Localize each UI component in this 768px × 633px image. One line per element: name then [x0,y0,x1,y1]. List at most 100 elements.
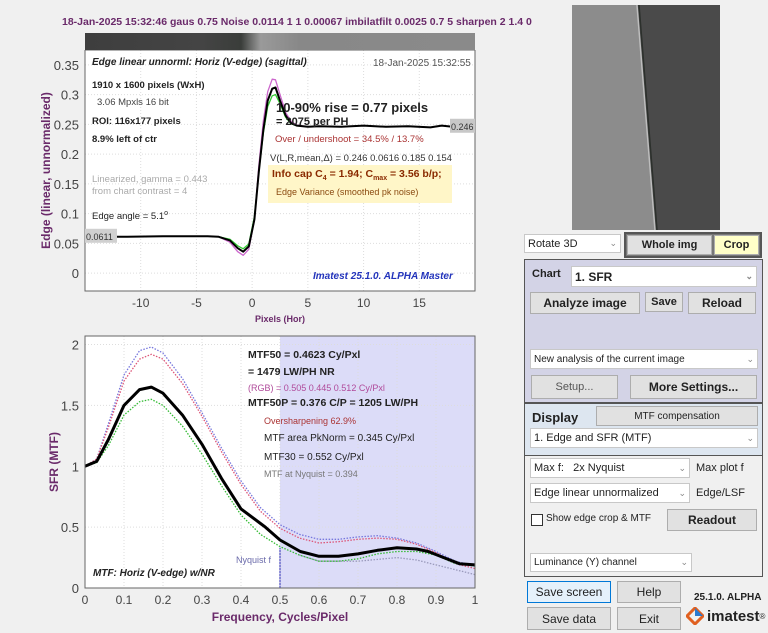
x-axis-label: Frequency, Cycles/Pixel [212,610,349,624]
channel-value: Luminance (Y) channel [534,557,637,568]
analyze-image-button[interactable]: Analyze image [530,292,640,314]
edge-plot-timestamp: 18-Jan-2025 15:32:55 [373,58,471,69]
channel-select[interactable]: Luminance (Y) channel ⌄ [530,553,692,572]
crop-button[interactable]: Crop [714,235,759,255]
position-info: 8.9% left of ctr [92,134,157,145]
x-tick-label: 0.9 [428,593,445,607]
max-freq-select[interactable]: Max f: 2x Nyquist ⌄ [530,458,690,478]
oversharpening-info: Oversharpening 62.9% [264,416,357,426]
max-plot-f-label: Max plot f [696,462,744,474]
x-axis-label: Pixels (Hor) [255,314,305,324]
y-tick-label: 0.3 [61,88,79,103]
y-tick-label: 0.15 [54,177,79,192]
chart-value: 1. SFR [575,269,613,284]
save-button[interactable]: Save [645,292,683,312]
edge-lsf-select[interactable]: Edge linear unnormalized ⌄ [530,483,690,503]
registered-mark: ® [759,611,766,621]
imatest-logo-icon [686,607,704,625]
info-cap-box: Info cap C4 = 1.94; Cmax = 3.56 b/p; Edg… [268,165,452,203]
x-tick-label: 15 [413,296,427,310]
image-thumbnail[interactable] [572,5,720,230]
max-freq-value: 2x Nyquist [573,462,625,474]
mtf-plot-title: MTF: Horiz (V-edge) w/NR [93,568,215,579]
rotate-select[interactable]: Rotate 3D ⌄ [524,234,621,253]
chevron-down-icon: ⌄ [746,353,754,364]
x-tick-label: 0.4 [233,593,250,607]
save-data-button[interactable]: Save data [527,607,611,630]
x-tick-label: 0.8 [389,593,406,607]
mtf30-info: MTF30 = 0.552 Cy/Pxl [264,452,364,463]
x-tick-label: 10 [357,296,371,310]
save-screen-button[interactable]: Save screen [527,581,611,603]
roi-info: ROI: 116x177 pixels [92,116,181,127]
mtf-nyquist-info: MTF at Nyquist = 0.394 [264,469,358,479]
edge-variance: Edge Variance (smoothed pk noise) [276,187,419,197]
edge-profile-strip [85,33,475,50]
edge-lsf-value: Edge linear unnormalized [534,487,659,499]
rgb-info: (RGB) = 0.505 0.445 0.512 Cy/Pxl [248,383,385,393]
mtf50p-info: MTF50P = 0.376 C/P = 1205 LW/PH [248,397,419,409]
display-label: Display [532,410,579,425]
x-tick-label: 0.6 [311,593,328,607]
setup-button[interactable]: Setup... [531,375,618,399]
edge-angle-text: Edge angle = 5.1 [92,211,165,223]
reload-button[interactable]: Reload [688,292,756,314]
whole-img-button[interactable]: Whole img [627,235,712,255]
chevron-down-icon: ⌄ [745,271,753,281]
info-cap: Info cap C4 = 1.94; Cmax = 3.56 b/p; [272,168,442,182]
x-tick-label: 5 [305,296,312,310]
edge-crop-image [572,5,658,230]
y-tick-label: 0.25 [54,117,79,132]
info-cap-text: Info cap C [272,168,323,180]
chart-select[interactable]: 1. SFR ⌄ [571,266,757,287]
y-tick-label: 2 [72,338,79,353]
x-tick-label: 0.5 [272,593,289,607]
exit-button[interactable]: Exit [617,607,681,630]
x-tick-label: 0.7 [350,593,367,607]
chevron-down-icon: ⌄ [609,238,617,248]
linearized-info: Linearized, gamma = 0.443 [92,174,208,185]
chevron-down-icon: ⌄ [678,462,686,473]
mtf-area-info: MTF area PkNorm = 0.345 Cy/Pxl [264,433,415,444]
y-tick-label: 0.2 [61,147,79,162]
info-cap-text3: = 3.56 b/p; [387,168,442,180]
right-level-label: 0.246 [451,122,474,132]
chevron-down-icon: ⌄ [680,557,688,567]
show-edge-crop-label: Show edge crop & MTF [546,513,652,524]
info-cap-sub2: max [373,175,388,183]
display-select[interactable]: 1. Edge and SFR (MTF) ⌄ [530,428,758,448]
y-axis-label: Edge (linear, unnormalized) [39,92,53,249]
mpxls-info: 3.06 Mpxls 16 bit [97,97,169,108]
y-tick-label: 1 [72,459,79,474]
chart-label: Chart [532,268,561,280]
y-axis-label: SFR (MTF) [47,432,61,492]
degree-sign: o [164,210,169,217]
contrast-info: from chart contrast = 4 [92,186,188,197]
y-tick-label: 0.35 [54,58,79,73]
x-tick-label: -10 [132,296,150,310]
per-ph-info: = 2075 per PH [276,116,349,128]
x-tick-label: 0.3 [194,593,211,607]
y-tick-label: 0.5 [61,520,79,535]
analysis-mode-select[interactable]: New analysis of the current image ⌄ [530,349,758,369]
analysis-mode-value: New analysis of the current image [534,353,685,365]
show-edge-crop-checkbox[interactable] [531,514,543,526]
rotate-value: Rotate 3D [528,237,578,250]
nyquist-label: Nyquist f [236,555,272,565]
chevron-down-icon: ⌄ [746,432,754,443]
edge-plot-title: Edge linear unnorml: Horiz (V-edge) (sag… [92,57,307,68]
chevron-down-icon: ⌄ [678,487,686,498]
more-settings-button[interactable]: More Settings... [630,375,757,399]
x-tick-label: 0.2 [155,593,172,607]
help-button[interactable]: Help [617,581,681,603]
imatest-logo-text: imatest [707,607,760,625]
y-tick-label: 1.5 [61,398,79,413]
mtf-compensation-button[interactable]: MTF compensation [596,406,758,426]
imatest-logo: imatest ® [686,607,765,625]
x-tick-label: 0 [249,296,256,310]
y-tick-label: 0 [72,581,79,596]
readout-button[interactable]: Readout [667,509,757,531]
version-label: 25.1.0. ALPHA [694,592,762,603]
x-tick-label: -5 [191,296,202,310]
version-watermark: Imatest 25.1.0. ALPHA Master [313,271,453,282]
